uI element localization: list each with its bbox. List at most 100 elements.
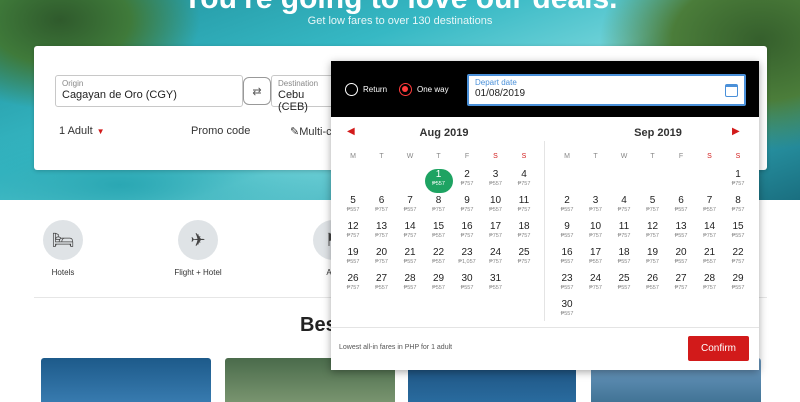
calendar-day[interactable]: 25 ₱557 [610,273,638,297]
calendar-day[interactable]: 9 ₱557 [553,221,581,245]
day-number: 26 [646,273,659,284]
calendar-day[interactable]: 4 ₱757 [510,169,538,193]
day-fare: ₱557 [489,285,502,291]
day-fare: ₱557 [375,285,388,291]
calendar-day[interactable]: 19 ₱557 [339,247,367,271]
fare-note: Lowest all-in fares in PHP for 1 adult [339,344,453,351]
radio-icon [345,83,358,96]
calendar-day[interactable]: 15 ₱557 [724,221,752,245]
category-flight-hotel[interactable]: ✈ Flight + Hotel [158,220,238,277]
confirm-button[interactable]: Confirm [688,336,749,361]
calendar-day[interactable]: 11 ₱757 [610,221,638,245]
calendar-icon[interactable] [725,84,738,97]
day-number: 12 [347,221,359,232]
calendar-day[interactable]: 30 ₱557 [453,273,481,297]
month-divider [544,141,545,321]
destination-thumbnail[interactable] [41,358,211,402]
calendar-day[interactable]: 28 ₱757 [696,273,724,297]
calendar-day[interactable]: 10 ₱557 [482,195,510,219]
calendar-day[interactable]: 1 ₱757 [724,169,752,193]
calendar-month-aug: ◀ Aug 2019 M T W T F S S 1 ₱557 2 ₱757 3 ₱557 4 ₱757 5 ₱… [339,117,549,327]
calendar-day[interactable]: 29 ₱557 [724,273,752,297]
calendar-day[interactable]: 31 ₱557 [482,273,510,297]
swap-icon[interactable]: ⇄ [243,77,271,105]
return-radio[interactable]: Return [345,83,387,96]
calendar-day[interactable]: 21 ₱557 [696,247,724,271]
origin-field[interactable]: Origin Cagayan de Oro (CGY) [55,75,243,107]
hotel-icon: 🛏 [43,220,83,260]
calendar-day[interactable]: 29 ₱557 [425,273,453,297]
calendar-day[interactable]: 11 ₱757 [510,195,538,219]
calendar-day[interactable]: 12 ₱757 [339,221,367,245]
calendar-day[interactable]: 16 ₱557 [553,247,581,271]
calendar-day[interactable]: 14 ₱757 [396,221,424,245]
calendar-day[interactable]: 3 ₱557 [482,169,510,193]
calendar-day[interactable]: 25 ₱757 [510,247,538,271]
passenger-selector[interactable]: 1 Adult ▼ [59,125,105,137]
depart-date-field[interactable]: Depart date 01/08/2019 [467,74,746,106]
calendar-day[interactable]: 26 ₱557 [639,273,667,297]
day-fare: ₱557 [617,259,631,265]
calendar-day[interactable]: 27 ₱557 [368,273,396,297]
calendar-day[interactable]: 15 ₱557 [425,221,453,245]
calendar-day[interactable]: 30 ₱557 [553,299,581,323]
day-fare: ₱757 [703,285,716,291]
calendar-day[interactable]: 5 ₱757 [639,195,667,219]
radio-selected-icon [399,83,412,96]
calendar-day[interactable]: 6 ₱757 [368,195,396,219]
calendar-day[interactable]: 22 ₱757 [724,247,752,271]
day-number: 31 [489,273,502,284]
calendar-day[interactable]: 1 ₱557 [424,169,453,193]
date-picker-header: Return One way Depart date 01/08/2019 [331,61,759,117]
category-hotels[interactable]: 🛏 Hotels [23,220,103,277]
promo-code-link[interactable]: Promo code [191,125,250,137]
day-fare: ₱557 [560,285,574,291]
calendar-day[interactable]: 9 ₱757 [453,195,481,219]
calendar-day[interactable]: 2 ₱757 [453,169,481,193]
calendar-day[interactable]: 4 ₱757 [610,195,638,219]
calendar-day[interactable]: 5 ₱557 [339,195,367,219]
day-fare: ₱757 [589,285,602,291]
calendar-day[interactable]: 17 ₱757 [482,221,510,245]
calendar-day[interactable]: 17 ₱557 [582,247,610,271]
calendar-day[interactable]: 19 ₱757 [639,247,667,271]
multicity-link[interactable]: ✎Multi-c [290,125,332,138]
calendar-day[interactable]: 21 ₱557 [396,247,424,271]
day-number: 27 [675,273,687,284]
calendar-day[interactable]: 28 ₱557 [396,273,424,297]
day-fare: ₱757 [375,259,388,265]
calendar-day[interactable]: 6 ₱557 [667,195,695,219]
calendar-day[interactable]: 23 ₱1,057 [453,247,481,271]
calendar-day[interactable]: 20 ₱557 [667,247,695,271]
calendar-day[interactable]: 2 ₱557 [553,195,581,219]
calendar-day[interactable]: 18 ₱557 [610,247,638,271]
day-number: 17 [489,221,502,232]
calendar-day[interactable]: 3 ₱757 [582,195,610,219]
calendar-day[interactable]: 18 ₱757 [510,221,538,245]
calendar-day[interactable]: 13 ₱757 [368,221,396,245]
calendar-day[interactable]: 22 ₱557 [425,247,453,271]
day-fare: ₱557 [432,233,445,239]
calendar-day[interactable]: 7 ₱557 [696,195,724,219]
calendar-day[interactable]: 27 ₱757 [667,273,695,297]
calendar-day[interactable]: 16 ₱757 [453,221,481,245]
calendar-day[interactable]: 14 ₱757 [696,221,724,245]
calendar-day[interactable]: 8 ₱757 [425,195,453,219]
one-way-label: One way [417,85,449,94]
next-month-icon[interactable]: ▶ [732,126,740,137]
calendar-day[interactable]: 26 ₱757 [339,273,367,297]
one-way-radio[interactable]: One way [399,83,449,96]
day-fare: ₱557 [432,181,445,187]
calendar-day[interactable]: 20 ₱757 [368,247,396,271]
calendar-day[interactable]: 23 ₱557 [553,273,581,297]
calendar-day[interactable]: 13 ₱557 [667,221,695,245]
day-fare: ₱757 [617,207,631,213]
calendar-day[interactable]: 10 ₱757 [582,221,610,245]
calendar-day[interactable]: 8 ₱757 [724,195,752,219]
calendar-day[interactable]: 24 ₱757 [482,247,510,271]
calendar-day[interactable]: 24 ₱757 [582,273,610,297]
calendar-day[interactable]: 12 ₱757 [639,221,667,245]
day-number: 18 [518,221,530,232]
weekday-header: S [707,153,712,160]
calendar-day[interactable]: 7 ₱557 [396,195,424,219]
